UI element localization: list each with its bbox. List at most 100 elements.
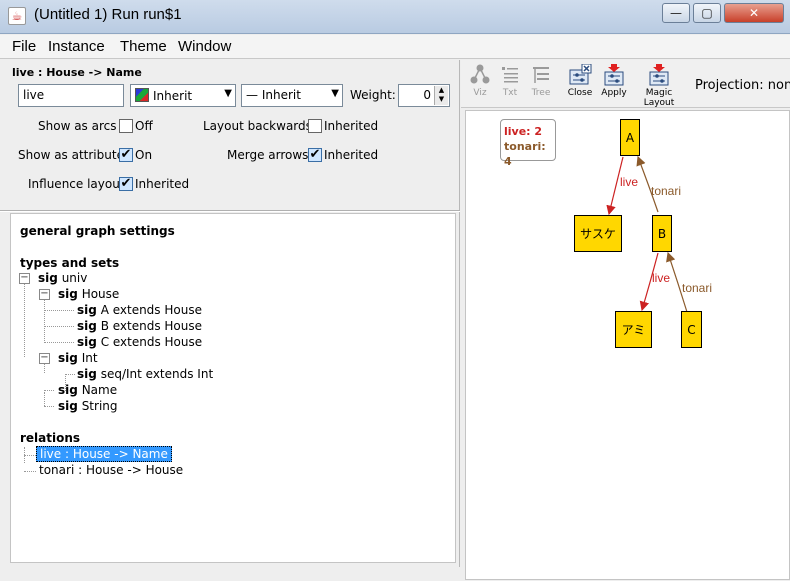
relation-live-label: live : House -> Name (36, 446, 172, 462)
tree-guide (24, 455, 36, 456)
edge-label-live: live (652, 271, 671, 285)
general-graph-settings[interactable]: general graph settings (20, 224, 175, 238)
minimize-button[interactable]: — (662, 3, 690, 23)
close-theme-button[interactable]: Close (565, 64, 595, 98)
attribute-legend: live: 2 tonari: 4 (500, 119, 556, 168)
magic-layout-label: Magic Layout (643, 88, 675, 108)
node-a[interactable]: A (620, 119, 640, 156)
show-as-arcs-value: Off (135, 119, 153, 133)
merge-arrows-checkbox[interactable]: ✔ (308, 148, 322, 162)
tree-guide (44, 390, 54, 391)
relation-settings-header: live : House -> Name (12, 66, 142, 79)
influence-layout-label: Influence layout (28, 177, 125, 191)
relations-title: relations (20, 431, 81, 445)
spinner-arrows-icon[interactable]: ▲ ▼ (434, 86, 448, 105)
color-swatch-icon (135, 88, 149, 102)
viz-button[interactable]: Viz (467, 64, 493, 98)
magic-layout-icon (649, 64, 669, 86)
merge-arrows-value: Inherited (324, 148, 379, 162)
layout-backwards-value: Inherited (324, 119, 379, 133)
tree-node-c[interactable]: sig C extends House (77, 335, 202, 349)
title-bar: ☕ (Untitled 1) Run run$1 — ▢ ✕ (0, 0, 790, 34)
weight-value: 0 (423, 88, 431, 102)
collapse-icon[interactable]: − (19, 273, 30, 284)
tree-guide (65, 374, 75, 375)
node-b[interactable]: B (652, 215, 672, 252)
settings-divider (0, 210, 460, 212)
tree-label: Tree (531, 88, 551, 98)
maximize-button[interactable]: ▢ (693, 3, 721, 23)
tree-button[interactable]: Tree (527, 64, 555, 98)
edge-label-live: live (620, 175, 639, 189)
influence-layout-value: Inherited (135, 177, 190, 191)
graph-icon (470, 64, 490, 84)
apply-label: Apply (601, 88, 627, 98)
tree-node-int[interactable]: sig Int (58, 351, 98, 365)
show-as-attribute-value: On (135, 148, 153, 162)
text-icon (502, 67, 518, 83)
legend-tonari: tonari: 4 (504, 140, 546, 168)
color-combo-value: Inherit (153, 89, 193, 103)
txt-button[interactable]: Txt (497, 64, 523, 98)
color-combo[interactable]: Inherit ▼ (130, 84, 236, 107)
magic-layout-button[interactable]: Magic Layout (631, 64, 687, 108)
tree-node-house[interactable]: sig House (58, 287, 119, 301)
viz-label: Viz (473, 88, 487, 98)
tree-guide (44, 392, 45, 406)
line-style-value: — Inherit (246, 88, 301, 102)
edge-label-tonari: tonari (651, 184, 682, 198)
layout-backwards-checkbox[interactable] (308, 119, 322, 133)
collapse-icon[interactable]: − (39, 289, 50, 300)
tree-node-string[interactable]: sig String (58, 399, 118, 413)
menu-window[interactable]: Window (178, 38, 231, 55)
tree-guide (44, 342, 74, 343)
menu-theme[interactable]: Theme (120, 38, 167, 55)
close-settings-icon (569, 64, 592, 85)
txt-label: Txt (502, 88, 518, 98)
node-sasuke[interactable]: サスケ (574, 215, 622, 252)
menu-file[interactable]: File (12, 38, 36, 55)
projection-label[interactable]: Projection: none (695, 78, 790, 93)
tree-guide (44, 310, 74, 311)
window-title: (Untitled 1) Run run$1 (34, 6, 182, 23)
relation-live[interactable]: live : House -> Name (36, 446, 172, 462)
show-as-arcs-checkbox[interactable] (119, 119, 133, 133)
influence-layout-checkbox[interactable]: ✔ (119, 177, 133, 191)
graph-canvas[interactable]: live: 2 tonari: 4 A サスケ B アミ C live tona… (465, 110, 790, 580)
collapse-icon[interactable]: − (39, 353, 50, 364)
visualization-panel: Viz Txt Tree Close Apply Magic Layout Pr… (461, 60, 790, 580)
theme-settings-panel: live : House -> Name live Inherit ▼ — In… (0, 60, 460, 567)
dropdown-arrow-icon: ▼ (331, 88, 339, 99)
layout-backwards-label: Layout backwards (203, 119, 312, 133)
apply-icon (604, 64, 624, 86)
show-as-attribute-label: Show as attribute (18, 148, 124, 162)
weight-spinner[interactable]: 0 ▲ ▼ (398, 84, 450, 107)
tree-node-b[interactable]: sig B extends House (77, 319, 202, 333)
tree-node-a[interactable]: sig A extends House (77, 303, 202, 317)
java-app-icon: ☕ (8, 7, 26, 25)
apply-button[interactable]: Apply (599, 64, 629, 98)
close-label: Close (567, 88, 593, 98)
close-window-button[interactable]: ✕ (724, 3, 784, 23)
label-input[interactable]: live (18, 84, 124, 107)
relation-tonari[interactable]: tonari : House -> House (39, 463, 183, 477)
weight-label: Weight: (350, 88, 396, 102)
tree-guide (24, 471, 36, 472)
tree-guide (24, 280, 25, 357)
line-style-combo[interactable]: — Inherit ▼ (241, 84, 343, 107)
node-c[interactable]: C (681, 311, 702, 348)
tree-node-seqint[interactable]: sig seq/Int extends Int (77, 367, 213, 381)
theme-tree: general graph settings types and sets − … (10, 213, 456, 563)
show-as-attribute-checkbox[interactable]: ✔ (119, 148, 133, 162)
tree-guide (44, 406, 54, 407)
tree-node-univ[interactable]: sig univ (38, 271, 87, 285)
types-and-sets-title: types and sets (20, 256, 120, 270)
menu-instance[interactable]: Instance (48, 38, 105, 55)
show-as-arcs-label: Show as arcs (38, 119, 117, 133)
node-ami[interactable]: アミ (615, 311, 652, 348)
tree-node-name[interactable]: sig Name (58, 383, 117, 397)
dropdown-arrow-icon: ▼ (224, 88, 232, 99)
edge-label-tonari: tonari (682, 281, 713, 295)
viz-toolbar: Viz Txt Tree Close Apply Magic Layout Pr… (461, 60, 790, 108)
tree-guide (44, 296, 45, 341)
